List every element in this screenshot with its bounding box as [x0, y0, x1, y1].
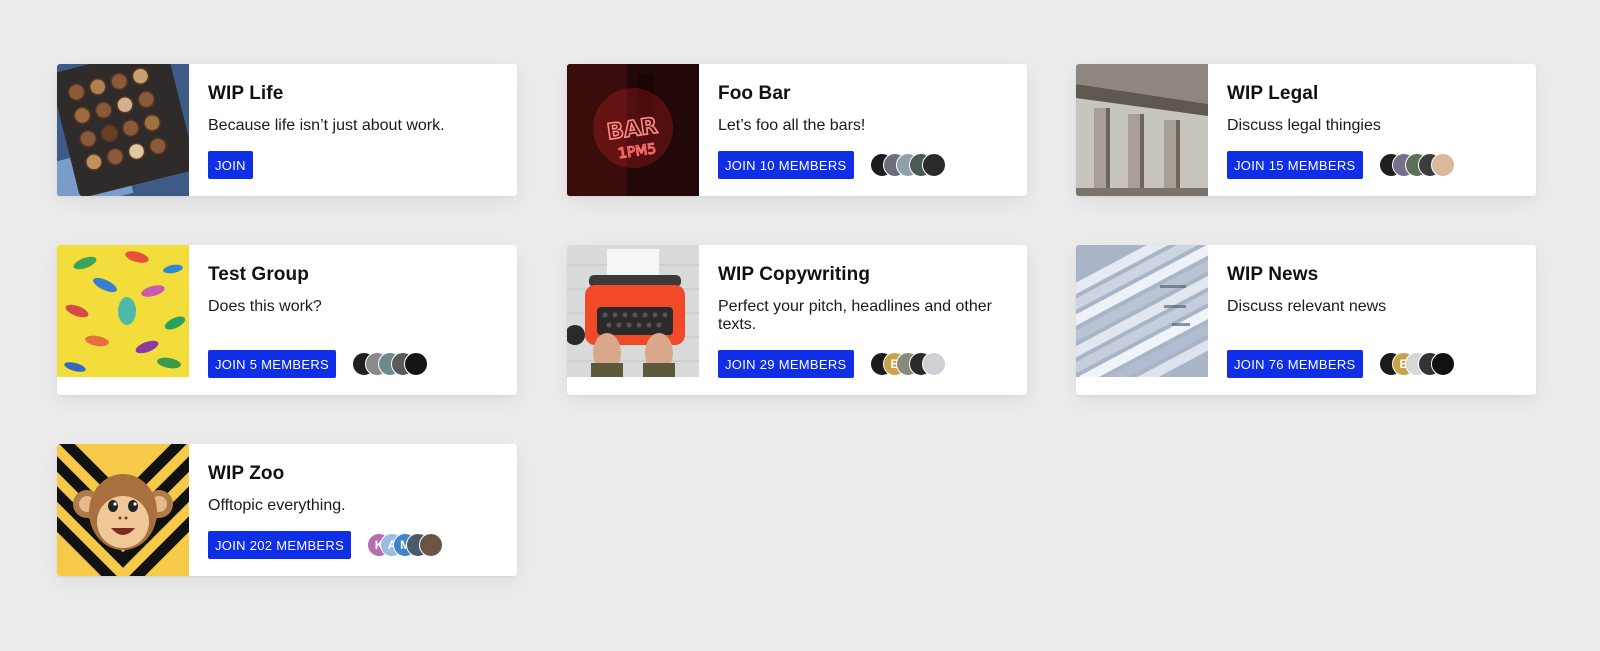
group-description: Perfect your pitch, headlines and other … — [718, 298, 992, 333]
group-card[interactable]: WIP Life Because life isn’t just about w… — [57, 64, 517, 196]
join-button[interactable]: JOIN 10 MEMBERS — [718, 151, 854, 179]
group-image — [57, 64, 189, 196]
group-image — [57, 444, 189, 576]
chocolates-photo-image — [57, 64, 189, 196]
courthouse-columns-photo-image — [1076, 64, 1208, 196]
join-button[interactable]: JOIN 76 MEMBERS — [1227, 350, 1363, 378]
group-footer: JOIN 5 MEMBERS — [208, 350, 428, 378]
member-avatars — [869, 153, 946, 177]
group-title: WIP News — [1227, 264, 1319, 285]
join-button[interactable]: JOIN 29 MEMBERS — [718, 350, 854, 378]
join-button[interactable]: JOIN 5 MEMBERS — [208, 350, 336, 378]
group-image — [57, 245, 189, 377]
group-footer: JOIN 15 MEMBERS — [1227, 151, 1455, 179]
toy-dinosaurs-photo-image — [57, 245, 189, 377]
member-avatars: E — [869, 352, 946, 376]
group-footer: JOIN 10 MEMBERS — [718, 151, 946, 179]
group-title: WIP Life — [208, 83, 284, 104]
member-avatars: K A M — [367, 533, 444, 557]
typewriter-photo-image — [567, 245, 699, 377]
group-title: WIP Zoo — [208, 463, 285, 484]
member-avatars: E — [1378, 352, 1455, 376]
group-footer: JOIN 29 MEMBERS E — [718, 350, 946, 378]
group-footer: JOIN — [208, 151, 253, 179]
group-card[interactable]: WIP Copywriting Perfect your pitch, head… — [567, 245, 1027, 395]
group-description: Discuss relevant news — [1227, 298, 1387, 315]
avatar[interactable] — [1430, 153, 1455, 177]
group-title: WIP Legal — [1227, 83, 1319, 104]
avatar[interactable] — [921, 153, 946, 177]
group-title: WIP Copywriting — [718, 264, 871, 285]
newspapers-photo-image — [1076, 245, 1208, 377]
group-description: Does this work? — [208, 298, 322, 315]
group-image — [567, 245, 699, 377]
group-card[interactable]: BAR 1PM5 Foo Bar Let’s foo all the bars!… — [567, 64, 1027, 196]
member-avatars — [352, 352, 428, 376]
group-description: Let’s foo all the bars! — [718, 117, 866, 134]
group-title: Test Group — [208, 264, 309, 285]
group-card[interactable]: Test Group Does this work? JOIN 5 MEMBER… — [57, 245, 517, 395]
member-avatars — [1378, 153, 1455, 177]
neon-bar-sign-photo-image: BAR 1PM5 — [567, 64, 699, 196]
group-footer: JOIN 76 MEMBERS E — [1227, 350, 1455, 378]
join-button[interactable]: JOIN 202 MEMBERS — [208, 531, 352, 559]
avatar[interactable] — [1430, 352, 1455, 376]
group-card[interactable]: WIP Zoo Offtopic everything. JOIN 202 ME… — [57, 444, 517, 576]
group-description: Because life isn’t just about work. — [208, 117, 445, 134]
group-description: Discuss legal thingies — [1227, 117, 1381, 134]
group-image — [1076, 64, 1208, 196]
group-image: BAR 1PM5 — [567, 64, 699, 196]
avatar[interactable] — [921, 352, 946, 376]
group-card[interactable]: WIP News Discuss relevant news JOIN 76 M… — [1076, 245, 1536, 395]
monkey-emoji-image — [57, 444, 189, 576]
avatar[interactable] — [419, 533, 444, 557]
group-description: Offtopic everything. — [208, 497, 346, 514]
group-title: Foo Bar — [718, 83, 791, 104]
join-button[interactable]: JOIN — [208, 151, 253, 179]
group-card[interactable]: WIP Legal Discuss legal thingies JOIN 15… — [1076, 64, 1536, 196]
group-image — [1076, 245, 1208, 377]
group-footer: JOIN 202 MEMBERS K A M — [208, 531, 444, 559]
avatar[interactable] — [404, 352, 428, 376]
join-button[interactable]: JOIN 15 MEMBERS — [1227, 151, 1363, 179]
